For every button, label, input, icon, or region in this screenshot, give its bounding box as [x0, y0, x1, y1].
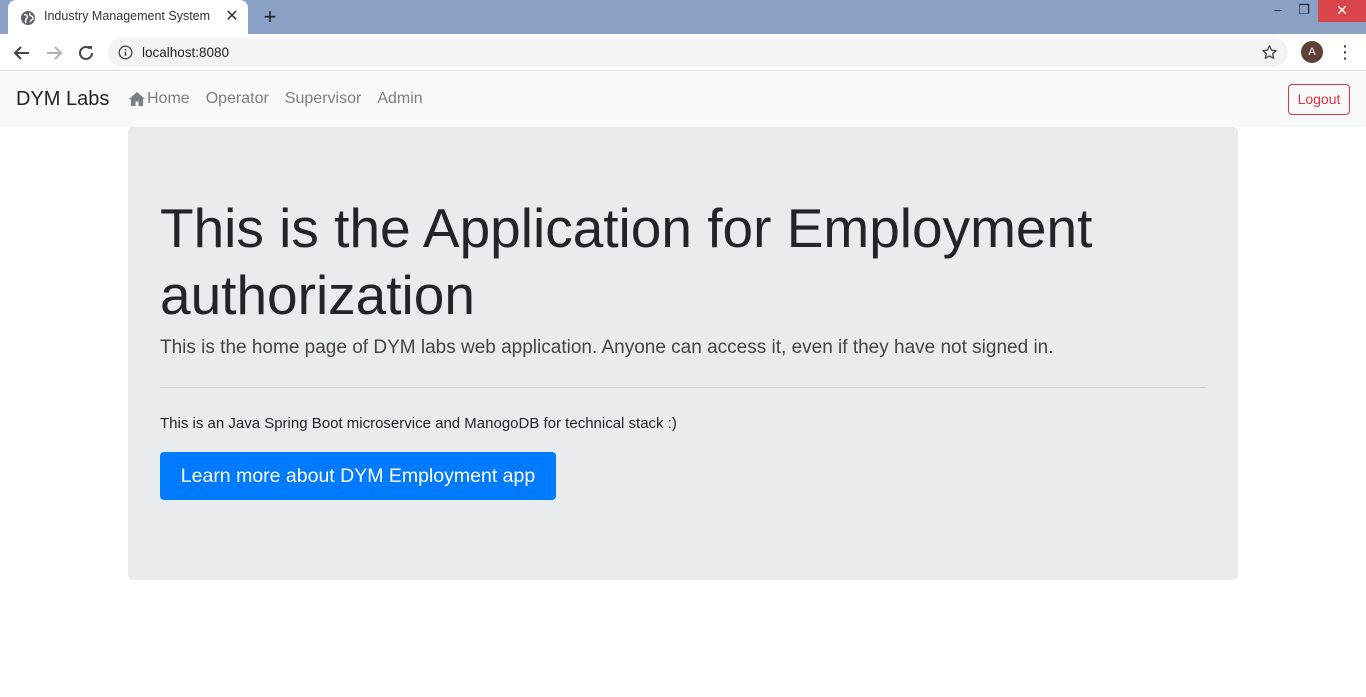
back-arrow-icon[interactable]: [11, 42, 33, 64]
nav-link-supervisor[interactable]: Supervisor: [285, 90, 361, 108]
bookmark-star-icon[interactable]: [1261, 44, 1278, 61]
minimize-button[interactable]: –: [1264, 0, 1292, 22]
profile-avatar[interactable]: A: [1301, 41, 1323, 63]
site-navbar: DYM Labs Home Operator Supervisor Admin …: [0, 72, 1366, 127]
new-tab-button[interactable]: +: [259, 6, 281, 28]
browser-tabstrip: Industry Management System ✕ + – ❐ ✕: [0, 0, 1366, 34]
nav-link-operator[interactable]: Operator: [206, 90, 269, 108]
info-icon[interactable]: [118, 45, 133, 60]
jumbotron: This is the Application for Employment a…: [128, 127, 1238, 580]
close-window-button[interactable]: ✕: [1318, 0, 1366, 22]
page-title: This is the Application for Employment a…: [160, 197, 1093, 326]
reload-icon[interactable]: [75, 42, 97, 64]
divider: [160, 387, 1206, 388]
browser-menu-icon[interactable]: ⋮: [1336, 42, 1354, 64]
forward-arrow-icon[interactable]: [43, 42, 65, 64]
tab-title: Industry Management System: [44, 9, 211, 23]
restore-button[interactable]: ❐: [1290, 0, 1318, 22]
browser-tab[interactable]: Industry Management System ✕: [8, 0, 248, 34]
home-icon: [129, 92, 145, 106]
url-text[interactable]: localhost:8080: [142, 45, 229, 60]
nav-link-home-label: Home: [147, 90, 190, 107]
address-bar[interactable]: localhost:8080: [108, 38, 1288, 67]
learn-more-button[interactable]: Learn more about DYM Employment app: [160, 452, 556, 500]
nav-link-home[interactable]: Home: [128, 90, 190, 108]
globe-icon: [21, 11, 35, 25]
nav-link-admin[interactable]: Admin: [377, 90, 422, 108]
logout-button[interactable]: Logout: [1288, 84, 1350, 115]
lead-text: This is the home page of DYM labs web ap…: [160, 337, 1054, 358]
tab-close-icon[interactable]: ✕: [224, 9, 240, 25]
tech-stack-text: This is an Java Spring Boot microservice…: [160, 415, 677, 432]
brand-link[interactable]: DYM Labs: [16, 88, 109, 111]
browser-toolbar: localhost:8080 A ⋮: [0, 34, 1366, 71]
nav-links: Home Operator Supervisor Admin: [128, 90, 439, 108]
